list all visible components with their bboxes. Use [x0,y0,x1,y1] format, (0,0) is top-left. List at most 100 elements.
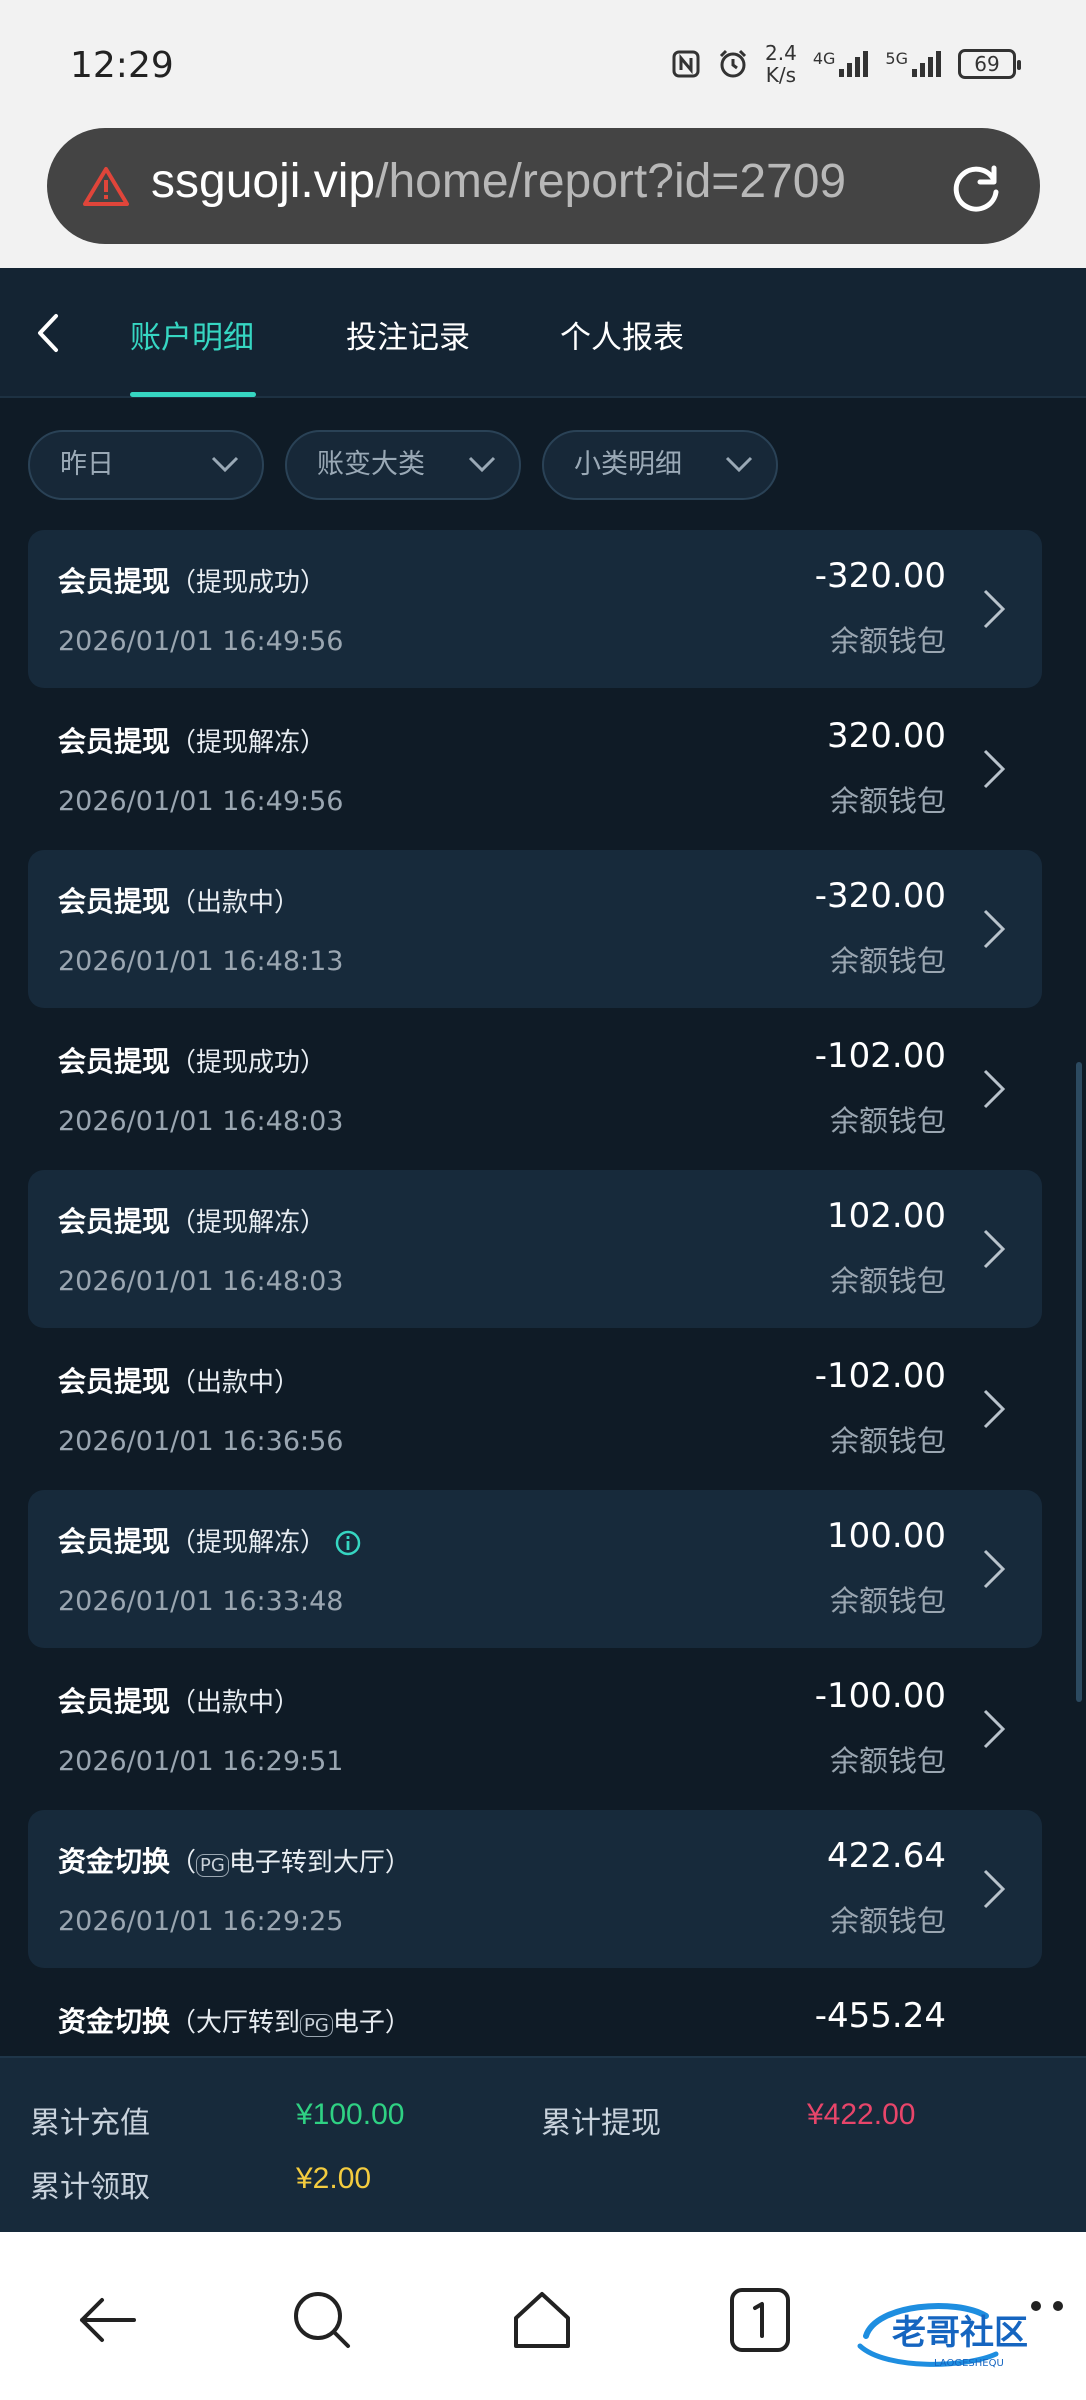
tab-bar: 账户明细 投注记录 个人报表 [0,268,1086,398]
transaction-list: 会员提现（提现成功） 2026/01/01 16:49:56 -320.00 余… [0,530,1086,2320]
chevron-right-icon [983,909,1006,949]
total-recharge-label: 累计充值 [30,2106,150,2141]
item-title: 会员提现（出款中） [58,1680,300,1720]
back-icon[interactable] [28,308,68,358]
item-type: 资金切换 [58,2005,171,2038]
nfc-icon [672,50,700,78]
item-status: （提现解冻） [170,1208,327,1238]
list-item[interactable]: 会员提现（提现解冻） 2026/01/01 16:33:48 100.00 余额… [28,1490,1042,1648]
item-amount: 422.64 [827,1836,946,1876]
back-arrow-icon[interactable] [72,2284,144,2356]
item-type: 会员提现 [58,565,171,598]
browser-nav-bar: 老哥社区 LAOGESHEQU [0,2232,1086,2400]
item-wallet: 余额钱包 [829,1104,946,1138]
item-status-prefix: （ [170,1848,197,1878]
item-date: 2026/01/01 16:48:13 [58,946,344,977]
browser-toolbar: ssguoji.vip/home/report?id=2709 [0,120,1086,268]
item-status: （提现解冻） [170,1528,327,1558]
address-bar[interactable]: ssguoji.vip/home/report?id=2709 [47,128,1040,244]
scrollbar[interactable] [1076,1062,1082,1702]
speed-unit: K/s [765,63,797,87]
item-type: 会员提现 [58,1045,171,1078]
pg-logo-icon: PG [300,2014,333,2037]
item-wallet: 余额钱包 [829,1264,946,1298]
chevron-down-icon [725,456,753,473]
signal-1: 4G [813,49,870,79]
item-wallet: 余额钱包 [829,1584,946,1618]
tabs-icon[interactable] [724,2284,796,2356]
summary-panel: 累计充值 ¥100.00 累计提现 ¥422.00 累计领取 ¥2.00 [0,2056,1086,2232]
reload-icon[interactable] [948,160,1004,216]
list-item[interactable]: 会员提现（提现成功） 2026/01/01 16:49:56 -320.00 余… [28,530,1042,688]
item-date: 2026/01/01 16:48:03 [58,1106,344,1137]
filter-category[interactable]: 账变大类 [285,430,521,500]
status-time: 12:29 [70,45,174,86]
url-path: /home/report?id=2709 [375,155,847,208]
url-text[interactable]: ssguoji.vip/home/report?id=2709 [151,154,951,209]
item-title: 资金切换（大厅转到 PG 电子） [58,2000,411,2040]
warning-icon[interactable] [83,166,129,206]
list-item[interactable]: 会员提现（出款中） 2026/01/01 16:36:56 -102.00 余额… [28,1330,1042,1488]
item-wallet: 余额钱包 [829,624,946,658]
filter-date-label: 昨日 [60,449,114,480]
item-amount: 102.00 [827,1196,946,1236]
item-type: 会员提现 [58,1365,171,1398]
signal-2: 5G [885,49,942,79]
item-wallet: 余额钱包 [829,1904,946,1938]
total-claim-value: ¥2.00 [296,2162,372,2195]
list-item[interactable]: 会员提现（提现解冻） 2026/01/01 16:48:03 102.00 余额… [28,1170,1042,1328]
item-date: 2026/01/01 16:33:48 [58,1586,344,1617]
list-item[interactable]: 资金切换（ PG 电子转到大厅） 2026/01/01 16:29:25 422.6… [28,1810,1042,1968]
item-amount: -455.24 [814,1996,946,2036]
item-wallet: 余额钱包 [829,1424,946,1458]
chevron-right-icon [983,589,1006,629]
item-type: 会员提现 [58,1525,171,1558]
item-type: 资金切换 [58,1845,171,1878]
list-item[interactable]: 会员提现（提现成功） 2026/01/01 16:48:03 -102.00 余… [28,1010,1042,1168]
chevron-right-icon [983,1709,1006,1749]
filter-subcategory[interactable]: 小类明细 [542,430,778,500]
tab-account-details[interactable]: 账户明细 [130,312,254,357]
watermark-sub: LAOGESHEQU [934,2358,1004,2369]
item-title: 会员提现（提现解冻） [58,1200,326,1240]
chevron-right-icon [983,1869,1006,1909]
item-wallet: 余额钱包 [829,784,946,818]
item-date: 2026/01/01 16:48:03 [58,1266,344,1297]
home-icon[interactable] [506,2284,578,2356]
item-title: 会员提现（提现解冻） [58,720,326,760]
item-amount: -320.00 [814,556,946,596]
chevron-down-icon [468,456,496,473]
active-tab-indicator [130,392,256,397]
item-date: 2026/01/01 16:36:56 [58,1426,344,1457]
item-amount: 100.00 [827,1516,946,1556]
item-amount: -102.00 [814,1036,946,1076]
net-label-1: 4G [812,49,836,68]
tab-bet-records[interactable]: 投注记录 [346,312,470,357]
total-withdraw-label: 累计提现 [541,2106,661,2141]
item-date: 2026/01/01 16:49:56 [58,786,344,817]
filter-category-label: 账变大类 [317,449,425,480]
url-host: ssguoji.vip [151,155,376,208]
item-date: 2026/01/01 16:29:51 [58,1746,344,1777]
tab-personal-report[interactable]: 个人报表 [560,312,684,357]
filter-subcategory-label: 小类明细 [574,449,682,480]
info-icon[interactable] [334,1529,362,1557]
chevron-right-icon [983,1549,1006,1589]
chevron-right-icon [983,1229,1006,1269]
filter-date[interactable]: 昨日 [28,430,264,500]
item-title: 会员提现（提现成功） [58,560,326,600]
item-date: 2026/01/01 16:49:56 [58,626,344,657]
chevron-right-icon [983,1069,1006,1109]
item-type: 会员提现 [58,1205,171,1238]
item-status: （出款中） [170,1368,301,1398]
list-item[interactable]: 会员提现（出款中） 2026/01/01 16:48:13 -320.00 余额… [28,850,1042,1008]
list-item[interactable]: 会员提现（出款中） 2026/01/01 16:29:51 -100.00 余额… [28,1650,1042,1808]
total-recharge-value: ¥100.00 [296,2098,405,2131]
search-icon[interactable] [286,2284,358,2356]
alarm-icon [719,49,747,78]
chevron-right-icon [983,749,1006,789]
list-item[interactable]: 会员提现（提现解冻） 2026/01/01 16:49:56 320.00 余额… [28,690,1042,848]
network-speed: 2.4 K/s [765,42,797,86]
item-status: （出款中） [170,888,301,918]
chevron-right-icon [983,1389,1006,1429]
